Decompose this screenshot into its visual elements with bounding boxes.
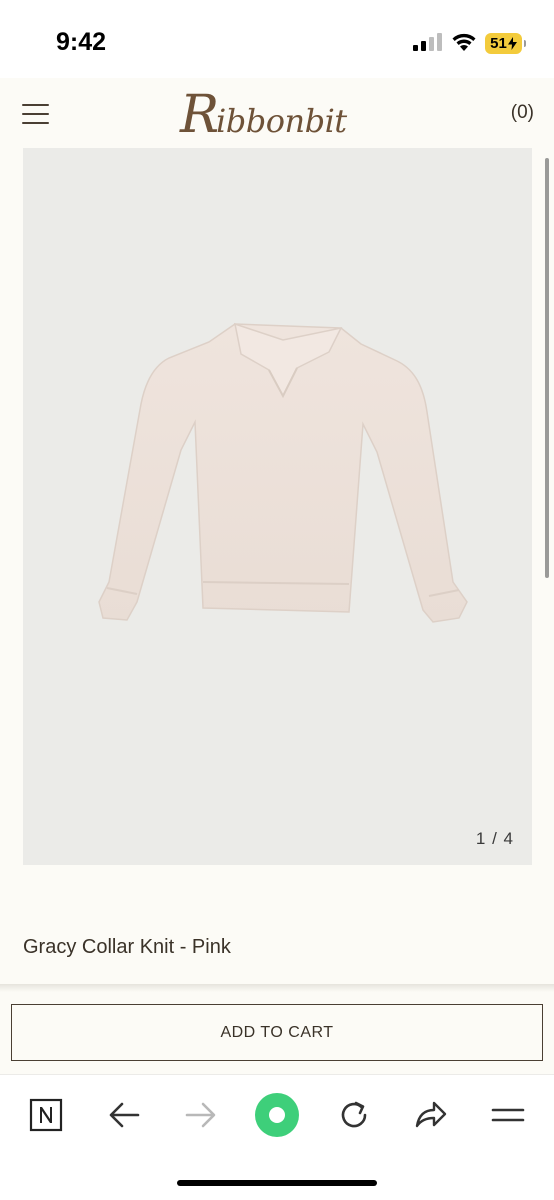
ribbonbit-logo-wordmark: R ibbonbit — [179, 86, 348, 144]
page-scrollbar[interactable] — [545, 158, 549, 578]
battery-level: 51 — [490, 35, 507, 52]
green-dot-icon[interactable] — [253, 1093, 301, 1137]
battery-indicator: 51 — [485, 33, 526, 54]
share-icon[interactable] — [407, 1093, 455, 1137]
status-time: 9:42 — [56, 28, 107, 56]
status-bar: 9:42 51 — [0, 0, 554, 78]
hamburger-menu-icon[interactable] — [22, 104, 49, 124]
product-image-carousel[interactable]: 1 / 4 — [23, 148, 532, 865]
add-to-cart-button[interactable]: ADD TO CART — [11, 1004, 543, 1061]
brand-logo[interactable]: R ibbonbit — [176, 86, 380, 144]
home-indicator — [177, 1180, 377, 1186]
svg-text:ibbonbit: ibbonbit — [216, 102, 347, 140]
image-counter: 1 / 4 — [475, 829, 514, 848]
cart-count-button[interactable]: (0) — [511, 102, 534, 124]
wifi-icon — [452, 33, 476, 51]
sweater-product-photo — [98, 322, 468, 623]
naver-n-icon[interactable] — [22, 1093, 70, 1137]
svg-text:R: R — [179, 86, 219, 144]
back-arrow-icon[interactable] — [100, 1093, 148, 1137]
sticky-bar-shadow — [0, 984, 554, 992]
charging-bolt-icon — [507, 37, 517, 50]
site-header: R ibbonbit (0) — [0, 78, 554, 148]
cellular-signal-icon — [413, 33, 442, 51]
refresh-icon[interactable] — [330, 1093, 378, 1137]
menu-icon[interactable] — [484, 1093, 532, 1137]
product-name: Gracy Collar Knit - Pink — [23, 936, 231, 958]
forward-arrow-icon[interactable] — [177, 1093, 225, 1137]
